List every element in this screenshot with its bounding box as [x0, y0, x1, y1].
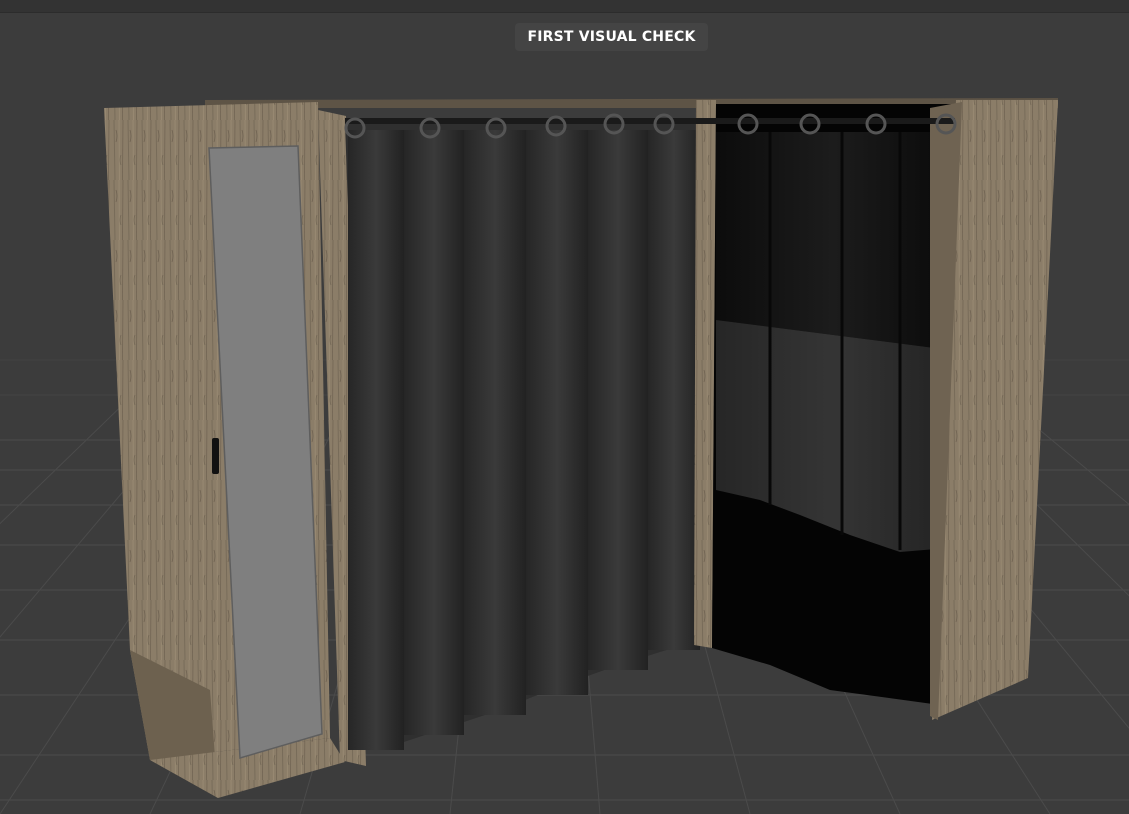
scene-render[interactable]: [0, 0, 1129, 814]
front-curtain: [345, 120, 710, 750]
door-handle-icon: [212, 438, 219, 474]
viewport-overlay-label: FIRST VISUAL CHECK: [515, 23, 708, 51]
3d-viewport[interactable]: FIRST VISUAL CHECK: [0, 0, 1129, 814]
inner-curtain: [716, 132, 950, 552]
